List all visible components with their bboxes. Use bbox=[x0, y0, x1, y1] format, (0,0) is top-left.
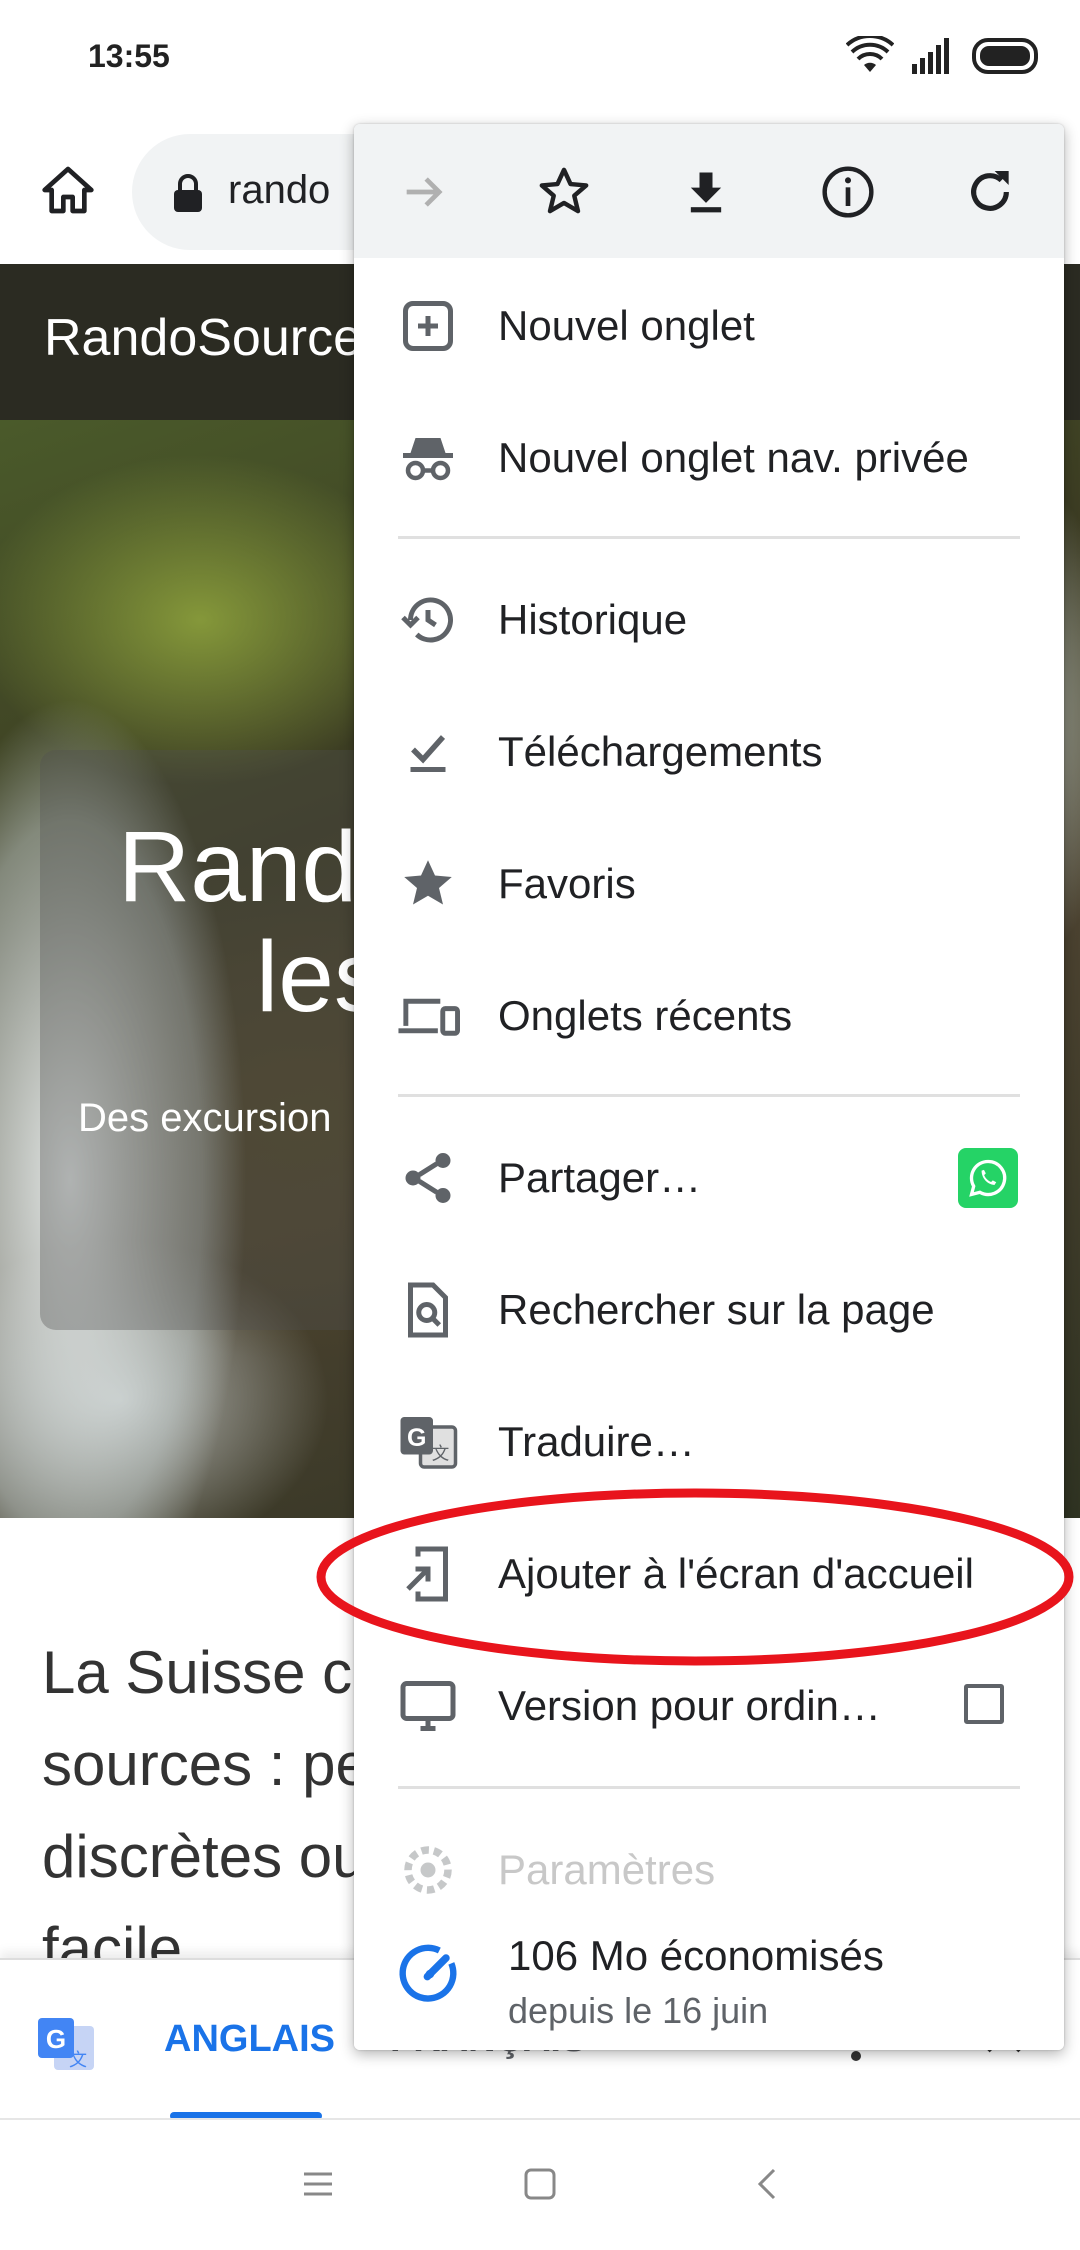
data-saver-title: 106 Mo économisés bbox=[508, 1932, 884, 1979]
whatsapp-share-button[interactable] bbox=[958, 1148, 1018, 1208]
status-time: 13:55 bbox=[88, 38, 170, 74]
menu-item-label: Nouvel onglet bbox=[498, 302, 755, 349]
menu-divider bbox=[398, 1786, 1020, 1789]
svg-text:G: G bbox=[407, 1424, 426, 1452]
reload-button[interactable] bbox=[956, 158, 1024, 226]
translate-icon: G文 bbox=[396, 1410, 460, 1474]
download-button[interactable] bbox=[672, 158, 740, 226]
menu-item-label: Rechercher sur la page bbox=[498, 1286, 935, 1333]
share-icon bbox=[396, 1146, 460, 1210]
page-info-button[interactable] bbox=[814, 158, 882, 226]
hero-subtitle: Des excursion bbox=[78, 1096, 332, 1140]
google-translate-icon: G 文 bbox=[38, 2018, 94, 2070]
history-icon bbox=[396, 588, 460, 652]
menu-item-label: Paramètres bbox=[498, 1846, 716, 1893]
desktop-site-checkbox[interactable] bbox=[964, 1684, 1004, 1724]
incognito-icon bbox=[396, 426, 460, 490]
url-text: rando bbox=[228, 168, 331, 212]
star-icon bbox=[396, 852, 460, 916]
menu-item-find-in-page[interactable]: Rechercher sur la page bbox=[354, 1244, 1064, 1376]
source-language-tab[interactable]: ANGLAIS bbox=[164, 2018, 335, 2061]
menu-item-incognito-tab[interactable]: Nouvel onglet nav. privée bbox=[354, 392, 1064, 524]
signal-icon bbox=[912, 38, 949, 74]
article-line: sources : pe bbox=[42, 1731, 369, 1798]
menu-icon-row bbox=[354, 124, 1064, 258]
whatsapp-icon bbox=[969, 1159, 1007, 1197]
settings-icon bbox=[396, 1838, 460, 1902]
home-nav-icon[interactable] bbox=[522, 2164, 558, 2204]
menu-item-bookmarks[interactable]: Favoris bbox=[354, 818, 1064, 950]
menu-item-new-tab[interactable]: Nouvel onglet bbox=[354, 260, 1064, 392]
battery-icon bbox=[972, 38, 1038, 74]
bookmark-button[interactable] bbox=[530, 158, 598, 226]
home-button[interactable] bbox=[28, 150, 108, 230]
wifi-icon bbox=[846, 36, 894, 72]
new-tab-icon bbox=[396, 294, 460, 358]
article-line: discrètes ou bbox=[42, 1823, 366, 1890]
recents-menu-icon[interactable] bbox=[300, 2166, 336, 2202]
back-nav-icon[interactable] bbox=[750, 2164, 786, 2204]
menu-item-label: Nouvel onglet nav. privée bbox=[498, 434, 969, 481]
menu-item-share[interactable]: Partager… bbox=[354, 1112, 1064, 1244]
bookmark-star-icon bbox=[539, 167, 589, 214]
home-icon bbox=[42, 166, 94, 214]
menu-item-history[interactable]: Historique bbox=[354, 554, 1064, 686]
svg-text:文: 文 bbox=[69, 2050, 87, 2070]
highlight-annotation-ellipse bbox=[316, 1488, 1074, 1666]
data-saver-subtitle: depuis le 16 juin bbox=[508, 1990, 769, 2031]
download-icon bbox=[690, 172, 722, 213]
devices-icon bbox=[396, 984, 460, 1048]
menu-item-label: Onglets récents bbox=[498, 992, 793, 1039]
article-line: La Suisse c bbox=[42, 1639, 353, 1706]
menu-item-label: Favoris bbox=[498, 860, 636, 907]
status-bar: 13:55 bbox=[0, 0, 1080, 120]
menu-item-label: Traduire… bbox=[498, 1418, 695, 1465]
menu-divider bbox=[398, 536, 1020, 539]
menu-item-label: Partager… bbox=[498, 1154, 702, 1201]
info-icon bbox=[822, 166, 874, 218]
reload-icon bbox=[971, 171, 1009, 211]
menu-divider bbox=[398, 1094, 1020, 1097]
forward-button[interactable] bbox=[390, 158, 458, 226]
hero-title: Rand bbox=[118, 811, 358, 923]
site-title[interactable]: RandoSource bbox=[44, 308, 362, 368]
menu-item-label: Téléchargements bbox=[498, 728, 823, 775]
desktop-icon bbox=[396, 1674, 460, 1738]
data-saver-gauge-icon bbox=[399, 1944, 457, 2002]
data-saver-summary[interactable]: 106 Mo économisés depuis le 16 juin bbox=[354, 1894, 1064, 2050]
menu-item-recent-tabs[interactable]: Onglets récents bbox=[354, 950, 1064, 1082]
menu-item-downloads[interactable]: Téléchargements bbox=[354, 686, 1064, 818]
forward-icon bbox=[406, 177, 443, 207]
find-in-page-icon bbox=[396, 1278, 460, 1342]
menu-item-label: Version pour ordin… bbox=[498, 1682, 881, 1729]
downloads-icon bbox=[396, 720, 460, 784]
system-nav-bar bbox=[0, 2118, 1080, 2250]
menu-item-label: Historique bbox=[498, 596, 688, 643]
lock-icon bbox=[174, 174, 202, 212]
svg-text:文: 文 bbox=[432, 1444, 450, 1464]
svg-text:G: G bbox=[46, 2024, 66, 2054]
overflow-menu: Nouvel onglet Nouvel onglet nav. privée … bbox=[354, 124, 1064, 2050]
article-line: facile bbox=[42, 1915, 183, 1958]
